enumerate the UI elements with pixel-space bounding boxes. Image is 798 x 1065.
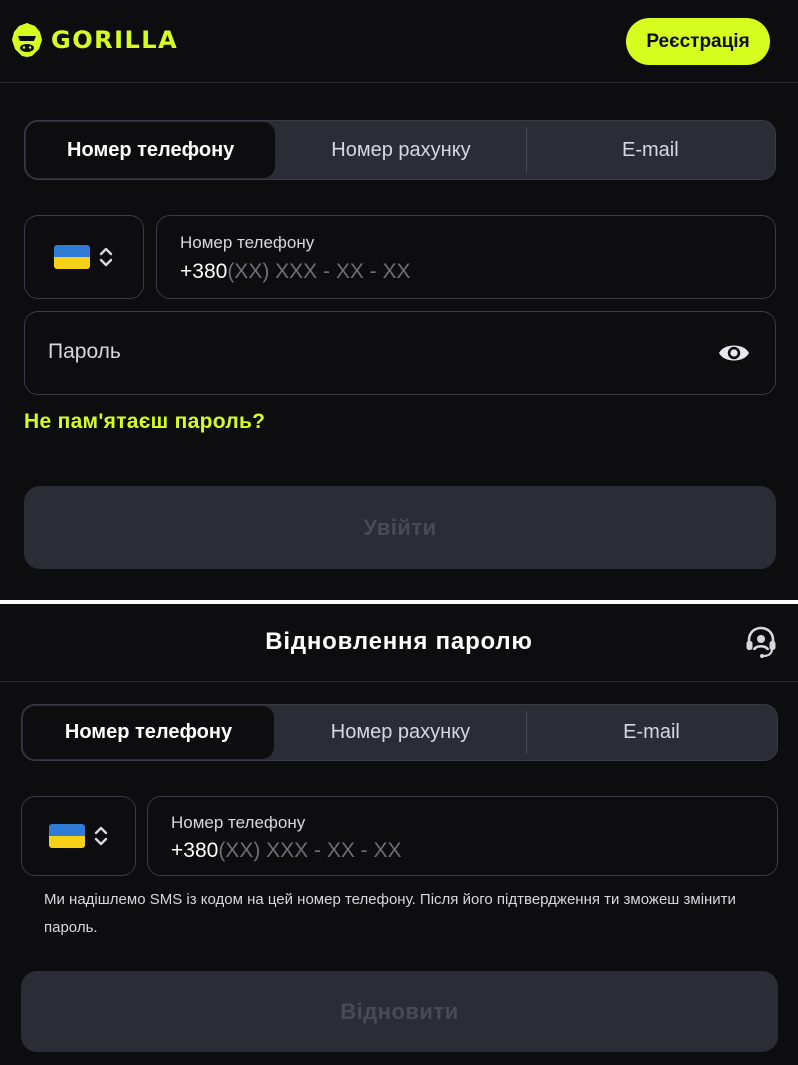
- country-selector[interactable]: [24, 215, 144, 299]
- headset-icon[interactable]: [744, 625, 778, 659]
- tab-phone[interactable]: Номер телефону: [23, 706, 274, 759]
- recovery-screen: Відновлення паролю Номер телефону Номер …: [0, 604, 798, 1065]
- phone-value: +380(XX) XXX - XX - XX: [171, 839, 402, 863]
- login-method-tabs: Номер телефону Номер рахунку E-mail: [24, 120, 776, 180]
- register-button[interactable]: Реєстрація: [626, 18, 770, 65]
- login-button[interactable]: Увійти: [24, 486, 776, 569]
- chevron-updown-icon: [99, 247, 113, 267]
- phone-mask: (XX) XXX - XX - XX: [227, 260, 411, 283]
- phone-input[interactable]: Номер телефону +380(XX) XXX - XX - XX: [147, 796, 778, 876]
- login-screen: GORILLA Реєстрація Номер телефону Номер …: [0, 0, 798, 600]
- phone-mask: (XX) XXX - XX - XX: [218, 839, 402, 862]
- logo-text: GORILLA: [51, 26, 179, 54]
- forgot-password-link[interactable]: Не пам'ятаєш пароль?: [24, 410, 265, 434]
- ukraine-flag-icon: [48, 824, 85, 848]
- tab-account[interactable]: Номер рахунку: [276, 121, 525, 179]
- phone-label: Номер телефону: [171, 813, 306, 832]
- phone-prefix: +380: [171, 839, 219, 862]
- tab-email[interactable]: E-mail: [525, 121, 775, 179]
- recovery-header: Відновлення паролю: [0, 604, 798, 682]
- gorilla-logo-icon: [12, 23, 42, 57]
- tab-account[interactable]: Номер рахунку: [275, 705, 526, 760]
- phone-value: +380(XX) XXX - XX - XX: [180, 260, 411, 284]
- tab-phone[interactable]: Номер телефону: [26, 122, 276, 178]
- sms-hint-text: Ми надішлемо SMS із кодом на цей номер т…: [44, 891, 736, 936]
- recovery-method-tabs: Номер телефону Номер рахунку E-mail: [21, 704, 778, 761]
- phone-prefix: +380: [180, 260, 228, 283]
- phone-label: Номер телефону: [180, 233, 315, 252]
- password-placeholder: Пароль: [48, 340, 121, 363]
- ukraine-flag-icon: [54, 245, 90, 269]
- chevron-updown-icon: [94, 826, 107, 846]
- tab-email[interactable]: E-mail: [526, 705, 777, 760]
- brand-logo[interactable]: GORILLA: [11, 22, 178, 58]
- restore-button[interactable]: Відновити: [21, 971, 778, 1052]
- top-bar: GORILLA Реєстрація: [0, 0, 798, 83]
- country-selector[interactable]: [21, 796, 136, 876]
- eye-icon[interactable]: [717, 339, 751, 367]
- phone-input[interactable]: Номер телефону +380(XX) XXX - XX - XX: [156, 215, 776, 299]
- page-title: Відновлення паролю: [265, 628, 533, 655]
- password-input[interactable]: Пароль: [24, 311, 776, 395]
